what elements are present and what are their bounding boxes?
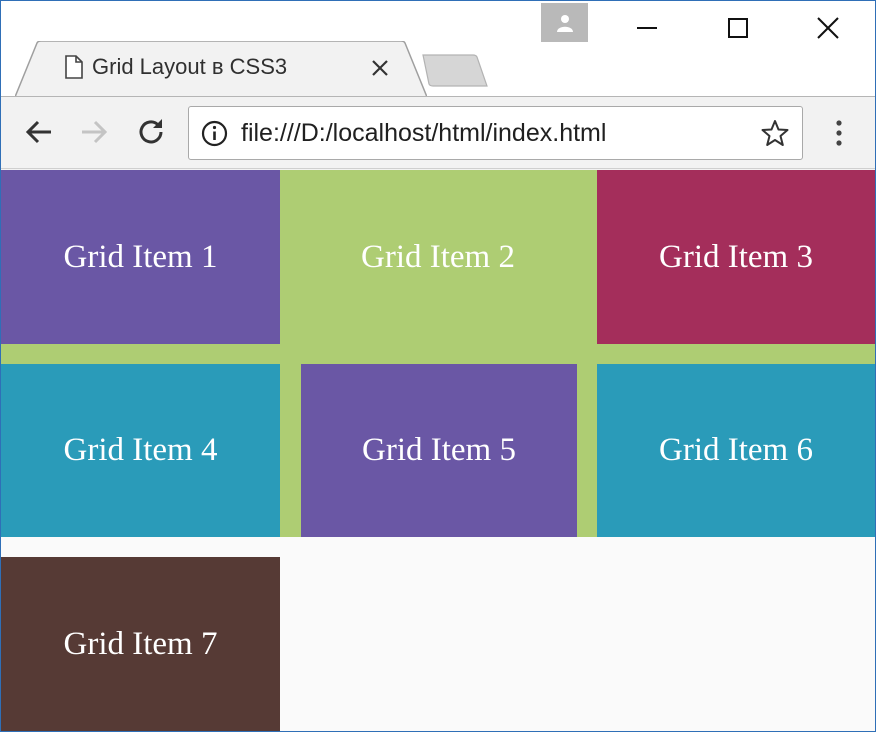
reload-icon — [139, 119, 163, 144]
grid-item-2: Grid Item 2 — [280, 170, 596, 344]
minimize-icon — [637, 27, 657, 29]
address-bar[interactable]: file:///D:/localhost/html/index.html — [188, 106, 803, 160]
user-icon — [556, 14, 573, 32]
maximize-button[interactable] — [715, 5, 761, 51]
close-window-button[interactable] — [805, 5, 851, 51]
new-tab-button[interactable] — [419, 53, 491, 89]
profile-button[interactable] — [541, 3, 588, 42]
info-icon[interactable] — [201, 120, 228, 147]
url-text[interactable]: file:///D:/localhost/html/index.html — [241, 119, 606, 148]
browser-window: Grid Layout в CSS3 file:///D:/localhost/… — [0, 0, 876, 732]
back-button[interactable] — [21, 114, 57, 150]
grid-item-1: Grid Item 1 — [1, 170, 280, 344]
menu-button[interactable] — [827, 116, 851, 150]
grid-item-3: Grid Item 3 — [597, 170, 875, 344]
tab-active[interactable]: Grid Layout в CSS3 — [15, 41, 427, 97]
browser-toolbar: file:///D:/localhost/html/index.html — [1, 96, 875, 169]
grid-item-6: Grid Item 6 — [597, 364, 875, 537]
star-icon[interactable] — [761, 119, 789, 147]
close-icon — [817, 17, 839, 39]
grid-item-4: Grid Item 4 — [1, 364, 280, 537]
minimize-button[interactable] — [624, 5, 670, 51]
tab-close-icon[interactable] — [370, 58, 390, 78]
maximize-icon — [728, 18, 748, 38]
title-bar: Grid Layout в CSS3 — [1, 1, 875, 97]
arrow-right-icon — [82, 120, 108, 144]
page-viewport: Grid Item 1 Grid Item 2 Grid Item 3 Grid… — [1, 170, 875, 731]
document-icon — [65, 55, 83, 79]
tab-title: Grid Layout в CSS3 — [92, 54, 288, 79]
kebab-menu-icon — [836, 120, 842, 146]
reload-button[interactable] — [133, 114, 169, 150]
forward-button[interactable] — [76, 114, 112, 150]
grid-item-5: Grid Item 5 — [301, 364, 577, 537]
grid-item-7: Grid Item 7 — [1, 557, 280, 731]
arrow-left-icon — [25, 120, 51, 144]
